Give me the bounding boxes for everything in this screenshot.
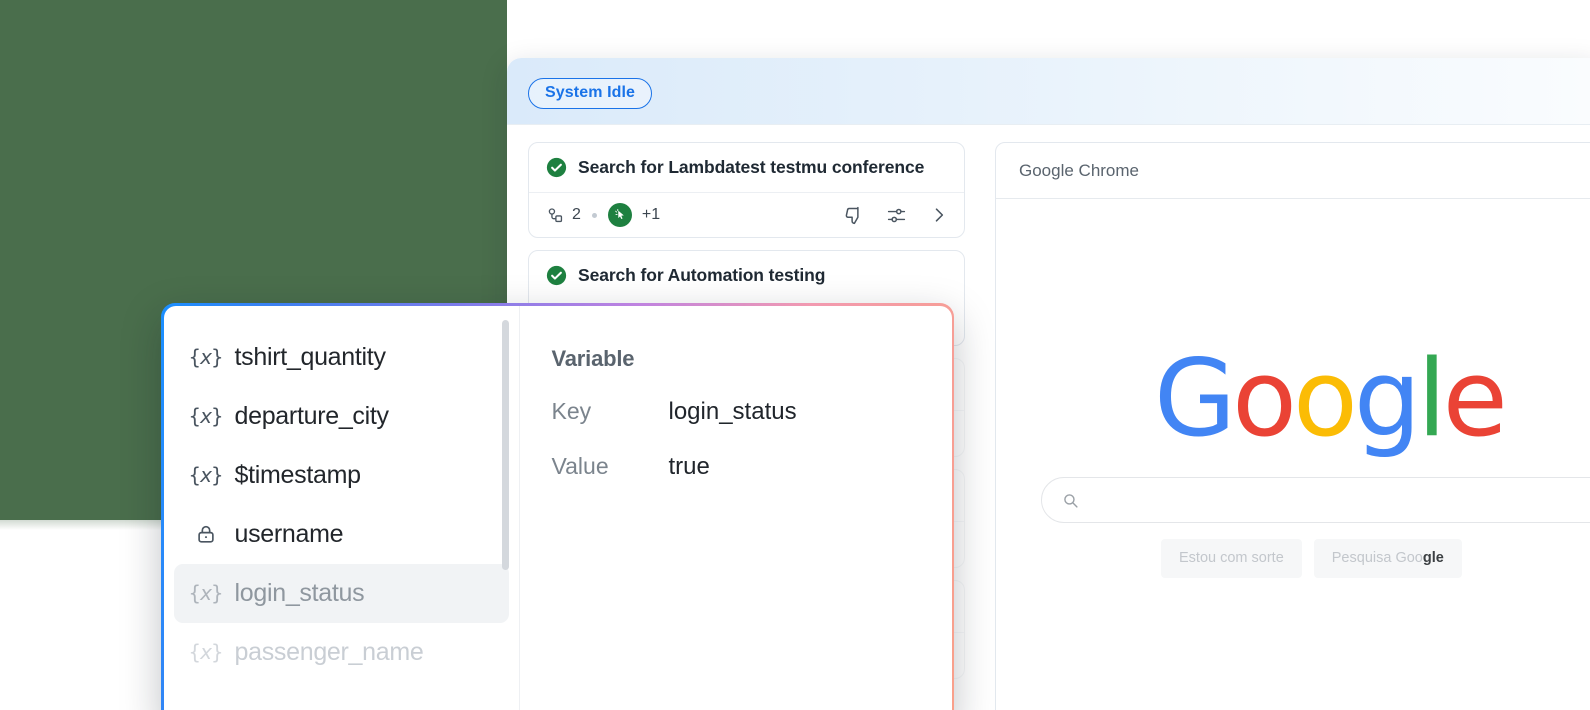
google-search-button[interactable]: Pesquisa Google <box>1314 539 1462 578</box>
branch-count: 2 <box>572 206 581 224</box>
variable-overlay-inner: {x} tshirt_quantity {x} departure_city {… <box>164 306 952 710</box>
variable-name: $timestamp <box>235 461 361 490</box>
cursor-click-icon <box>608 203 632 227</box>
lock-icon <box>193 523 219 545</box>
step-card[interactable]: Search for Lambdatest testmu conference … <box>528 142 965 238</box>
sliders-icon[interactable] <box>886 205 907 226</box>
browser-viewport: Google Estou com sorte Pesquisa Google <box>996 199 1590 710</box>
check-circle-icon <box>546 157 567 178</box>
status-badge[interactable]: System Idle <box>528 78 652 109</box>
google-search-button-label: Pesquisa Goo <box>1332 550 1423 566</box>
variable-value-row: Value true <box>552 453 952 481</box>
google-buttons: Estou com sorte Pesquisa Google <box>1161 539 1462 578</box>
extra-count: +1 <box>642 206 660 224</box>
step-card-header: Search for Lambdatest testmu conference <box>529 143 964 192</box>
variable-list-item[interactable]: username <box>174 505 509 564</box>
google-logo: Google <box>1154 346 1504 452</box>
screenshot-root: System Idle Search for Lambdatest testmu… <box>0 0 1590 710</box>
step-card-header: Search for Automation testing <box>529 251 964 300</box>
check-circle-icon <box>546 265 567 286</box>
variable-braces-icon: {x} <box>193 640 219 664</box>
app-header: System Idle <box>507 58 1590 125</box>
variable-braces-icon: {x} <box>193 404 219 428</box>
variable-name: tshirt_quantity <box>235 343 386 372</box>
feeling-lucky-button[interactable]: Estou com sorte <box>1161 539 1302 578</box>
variable-name: username <box>235 520 344 549</box>
chevron-right-icon[interactable] <box>929 205 949 225</box>
logo-letter: g <box>1354 337 1417 460</box>
browser-preview-column: Google Chrome Google <box>985 125 1590 710</box>
variable-key-row: Key login_status <box>552 398 952 426</box>
meta-separator-dot <box>592 213 597 218</box>
variable-list-item[interactable]: {x} departure_city <box>174 387 509 446</box>
google-search-input[interactable] <box>1041 477 1590 523</box>
step-title: Search for Automation testing <box>578 265 825 286</box>
variable-list-item[interactable]: {x} passenger_name <box>174 623 509 682</box>
logo-letter: e <box>1443 337 1504 460</box>
variable-key-label: Key <box>552 398 669 425</box>
logo-letter: l <box>1417 337 1442 460</box>
variable-list-scrollbar[interactable] <box>502 320 509 570</box>
variable-braces-icon: {x} <box>193 581 219 605</box>
step-title: Search for Lambdatest testmu conference <box>578 157 924 178</box>
thumbs-down-icon[interactable] <box>843 205 864 226</box>
google-search-button-tail: gle <box>1423 550 1444 566</box>
browser-tab-label: Google Chrome <box>1019 161 1139 181</box>
variable-name: passenger_name <box>235 638 424 667</box>
browser-tabbar[interactable]: Google Chrome <box>996 143 1590 199</box>
step-card-meta: 2 +1 <box>529 192 964 237</box>
variable-name: login_status <box>235 579 365 608</box>
variable-overlay-panel: {x} tshirt_quantity {x} departure_city {… <box>161 303 954 710</box>
variable-list[interactable]: {x} tshirt_quantity {x} departure_city {… <box>164 306 520 710</box>
branch-icon <box>546 206 565 225</box>
variable-detail-heading: Variable <box>552 346 952 372</box>
variable-detail-panel: Variable Key login_status Value true <box>520 306 952 710</box>
logo-letter: o <box>1232 337 1293 460</box>
variable-list-item[interactable]: {x} $timestamp <box>174 446 509 505</box>
variable-value-value: true <box>669 453 710 481</box>
variable-braces-icon: {x} <box>193 463 219 487</box>
logo-letter: G <box>1154 337 1232 460</box>
variable-list-item[interactable]: {x} tshirt_quantity <box>174 328 509 387</box>
variable-key-value: login_status <box>669 398 797 426</box>
variable-name: departure_city <box>235 402 389 431</box>
variable-braces-icon: {x} <box>193 345 219 369</box>
variable-value-label: Value <box>552 453 669 480</box>
browser-card: Google Chrome Google <box>995 142 1590 710</box>
logo-letter: o <box>1293 337 1354 460</box>
variable-list-item-selected[interactable]: {x} login_status <box>174 564 509 623</box>
magnifier-icon <box>1062 492 1079 509</box>
